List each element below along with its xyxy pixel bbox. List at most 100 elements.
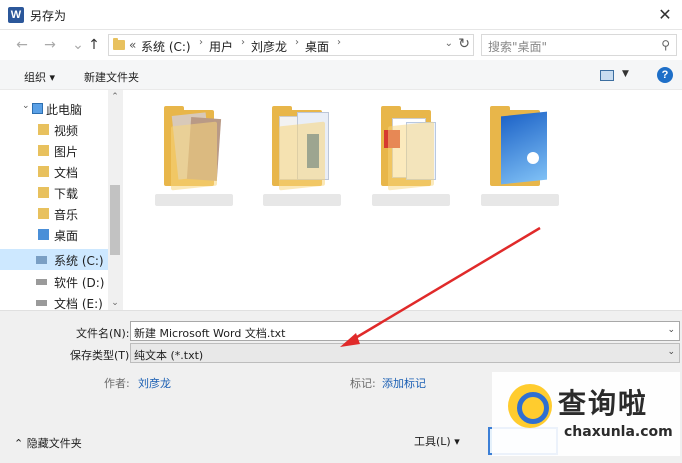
view-options-icon[interactable] (600, 70, 614, 81)
sidebar-item-downloads[interactable]: 下载 (0, 182, 108, 203)
video-folder-icon (38, 124, 49, 135)
sidebar-scrollbar[interactable]: ⌃ ⌄ (108, 90, 122, 310)
chevron-down-icon[interactable]: ⌄ (108, 298, 122, 308)
magnifier-logo-icon (508, 384, 552, 428)
sidebar-item-videos[interactable]: 视频 (0, 119, 108, 140)
author-field[interactable]: 刘彦龙 (138, 375, 171, 391)
chevron-up-icon: ⌃ (14, 437, 27, 450)
chevron-right-icon[interactable]: › (337, 37, 341, 48)
sidebar-item-this-pc[interactable]: ⌄ 此电脑 (0, 98, 108, 119)
new-folder-button[interactable]: 新建文件夹 (84, 69, 139, 85)
navigation-pane: ⌄ 此电脑 视频 图片 文档 下载 音乐 桌面 系统 (C:) 软件 (D:) … (0, 90, 123, 311)
folder-front-icon (279, 121, 325, 191)
music-folder-icon (38, 208, 49, 219)
file-item[interactable] (149, 106, 239, 216)
address-prefix[interactable]: « (129, 38, 136, 52)
folder-front-icon (171, 121, 217, 191)
download-folder-icon (38, 187, 49, 198)
desktop-folder-icon (38, 229, 49, 240)
author-label: 作者: (104, 377, 130, 390)
filetype-value: 纯文本 (*.txt) (134, 349, 204, 362)
address-bar[interactable]: « 系统 (C:) › 用户 › 刘彦龙 › 桌面 › ⌄ ↻ (108, 34, 474, 56)
chevron-down-icon[interactable]: ▼ (622, 69, 629, 79)
sidebar-item-label: 软件 (D:) (54, 276, 105, 290)
command-toolbar: 组织 ▾ 新建文件夹 ▼ ? (0, 60, 682, 90)
sidebar-item-label: 下载 (54, 187, 79, 201)
drive-icon (36, 279, 47, 285)
file-label (481, 194, 559, 206)
sidebar-item-label: 文档 (54, 166, 79, 180)
documents-folder-icon (38, 166, 49, 177)
file-label (372, 194, 450, 206)
refresh-icon[interactable]: ↻ (458, 36, 470, 52)
search-box[interactable]: 搜索"桌面" ⚲ (481, 34, 677, 56)
sidebar-item-system-drive[interactable]: 系统 (C:) (0, 249, 108, 270)
close-button[interactable]: ✕ (652, 3, 678, 27)
hide-folders-button[interactable]: ⌃ 隐藏文件夹 (14, 435, 82, 451)
watermark-subtitle: chaxunla.com (564, 424, 673, 440)
sidebar-item-label: 系统 (C:) (54, 254, 104, 268)
scrollbar-thumb[interactable] (110, 185, 120, 255)
sidebar-item-pictures[interactable]: 图片 (0, 140, 108, 161)
search-icon[interactable]: ⚲ (661, 38, 670, 52)
navigation-bar: ← → ⌄ ↑ « 系统 (C:) › 用户 › 刘彦龙 › 桌面 › ⌄ ↻ … (0, 30, 682, 60)
sidebar-item-documents[interactable]: 文档 (0, 161, 108, 182)
sidebar-item-label: 桌面 (54, 229, 79, 243)
organize-button[interactable]: 组织 ▾ (24, 69, 55, 85)
tags-label: 标记: (350, 377, 376, 390)
chevron-down-icon[interactable]: ⌄ (667, 325, 675, 335)
chevron-down-icon[interactable]: ⌄ (22, 101, 30, 111)
drive-icon (36, 300, 47, 306)
computer-icon (32, 103, 43, 114)
sidebar-item-label: 视频 (54, 124, 79, 138)
file-item[interactable] (257, 106, 347, 216)
sidebar-item-label: 此电脑 (46, 103, 83, 117)
file-label (155, 194, 233, 206)
chevron-down-icon[interactable]: ⌄ (445, 38, 453, 49)
breadcrumb-user-name[interactable]: 刘彦龙 (251, 38, 287, 55)
hide-folders-label: 隐藏文件夹 (26, 437, 82, 450)
filename-input[interactable]: 新建 Microsoft Word 文档.txt (134, 325, 285, 341)
flower-image-icon (527, 152, 539, 164)
breadcrumb-users[interactable]: 用户 (209, 38, 233, 55)
sidebar-item-drive-d[interactable]: 软件 (D:) (0, 271, 108, 292)
file-list (123, 90, 682, 310)
sidebar-item-label: 音乐 (54, 208, 79, 222)
help-icon[interactable]: ? (657, 67, 673, 83)
chevron-up-icon[interactable]: ⌃ (108, 92, 122, 102)
window-title: 另存为 (30, 9, 67, 23)
search-input[interactable]: 搜索"桌面" (488, 38, 547, 55)
sidebar-item-desktop[interactable]: 桌面 (0, 224, 108, 245)
chevron-down-icon[interactable]: ⌄ (667, 347, 675, 357)
breadcrumb-system-drive[interactable]: 系统 (C:) (141, 38, 191, 55)
sidebar-item-music[interactable]: 音乐 (0, 203, 108, 224)
sidebar-item-label: 图片 (54, 145, 79, 159)
chevron-right-icon[interactable]: › (199, 37, 203, 48)
tags-field[interactable]: 添加标记 (382, 375, 426, 391)
title-bar: W 另存为 ✕ (0, 0, 682, 30)
breadcrumb-desktop[interactable]: 桌面 (305, 38, 329, 55)
file-label (263, 194, 341, 206)
back-button[interactable]: ← (14, 36, 30, 54)
watermark: 查询啦 chaxunla.com (492, 372, 680, 456)
watermark-title: 查询啦 (558, 387, 649, 420)
system-drive-icon (36, 256, 47, 264)
folder-icon (113, 38, 125, 50)
filetype-label: 保存类型(T): (70, 349, 134, 362)
pictures-folder-icon (38, 145, 49, 156)
file-item[interactable] (366, 106, 456, 216)
word-app-icon: W (8, 7, 24, 23)
chevron-down-icon: ▾ (450, 435, 460, 448)
chevron-right-icon[interactable]: › (241, 37, 245, 48)
chevron-right-icon[interactable]: › (295, 37, 299, 48)
wallpaper-thumbnail-icon (501, 111, 547, 185)
up-button[interactable]: ↑ (86, 36, 102, 54)
filename-field[interactable]: 新建 Microsoft Word 文档.txt ⌄ (130, 321, 680, 341)
tools-button[interactable]: 工具(L) ▾ (414, 433, 460, 449)
filetype-select[interactable]: 纯文本 (*.txt) ⌄ (130, 343, 680, 363)
file-item[interactable] (475, 106, 565, 216)
chevron-down-icon[interactable]: ⌄ (70, 36, 86, 54)
tools-label: 工具(L) (414, 435, 451, 448)
filename-label: 文件名(N): (76, 327, 130, 340)
forward-button[interactable]: → (42, 36, 58, 54)
